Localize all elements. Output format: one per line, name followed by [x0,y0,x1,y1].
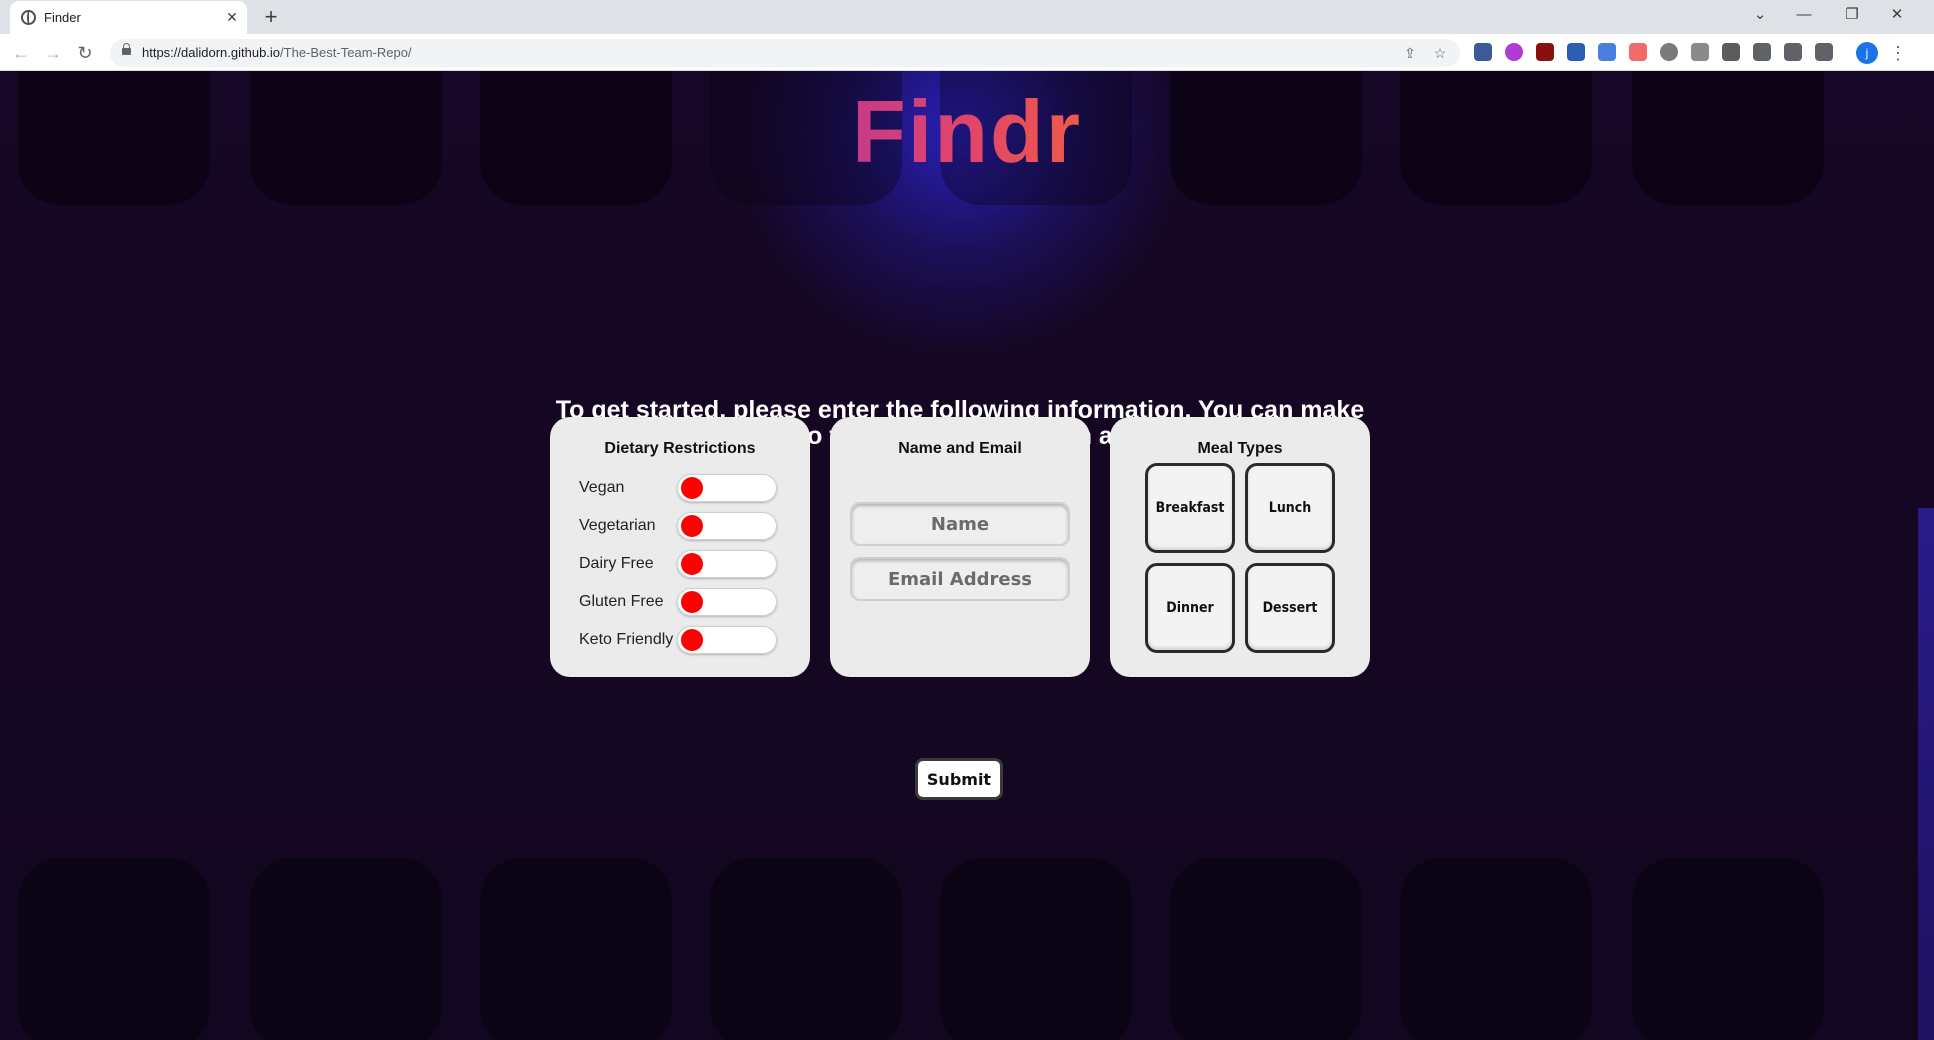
reload-icon[interactable]: ↻ [72,40,98,66]
extension-red-arrow-icon[interactable] [1629,43,1647,61]
dietary-card-title: Dietary Restrictions [604,440,756,457]
toggle-knob [681,515,703,537]
diet-label: Vegan [579,479,625,496]
toggle-knob [681,629,703,651]
browser-tab-bar: Finder ✕ + ⌄ — ❐ ✕ [0,0,1934,34]
dietary-restrictions-card: Dietary Restrictions Vegan Vegetarian Da… [550,417,810,677]
diet-row-vegan: Vegan [579,474,789,502]
submit-button[interactable]: Submit [915,758,1003,800]
menu-kebab-icon[interactable]: ⋮ [1888,40,1908,66]
meal-lunch-button[interactable]: Lunch [1245,463,1335,553]
browser-toolbar: ← → ↻ https://dalidorn.github.io/The-Bes… [0,34,1934,71]
background-tile [250,858,442,1040]
extension-grid-icon[interactable] [1722,43,1740,61]
background-tile [710,858,902,1040]
scroll-glow [1918,508,1934,1040]
keto-friendly-toggle[interactable] [677,626,777,654]
background-tile [1170,858,1362,1040]
diet-label: Gluten Free [579,593,664,610]
toggle-knob [681,591,703,613]
lock-icon [122,43,131,55]
profile-avatar[interactable]: j [1856,42,1878,64]
google-translate-icon[interactable] [1598,43,1616,61]
diet-label: Keto Friendly [579,631,674,648]
meal-types-card: Meal Types Breakfast Lunch Dinner Desser… [1110,417,1370,677]
background-tile [1400,858,1592,1040]
extension-puzzle-blue-icon[interactable] [1474,43,1492,61]
address-bar[interactable]: https://dalidorn.github.io/The-Best-Team… [110,39,1460,67]
tab-close-icon[interactable]: ✕ [222,7,242,27]
name-input[interactable] [850,502,1070,546]
background-tile [18,858,210,1040]
gluten-free-toggle[interactable] [677,588,777,616]
diet-label: Vegetarian [579,517,656,534]
extensions-puzzle-icon[interactable] [1753,43,1771,61]
diet-label: Dairy Free [579,555,654,572]
tab-search-icon[interactable]: ⌄ [1740,2,1780,28]
globe-icon [21,10,36,25]
meal-types-card-title: Meal Types [1197,440,1283,457]
ublock-shield-icon[interactable] [1536,43,1554,61]
url-text: https://dalidorn.github.io/The-Best-Team… [142,45,412,60]
toggle-knob [681,553,703,575]
meal-dinner-button[interactable]: Dinner [1145,563,1235,653]
forward-arrow-icon[interactable]: → [40,40,66,66]
media-queue-icon[interactable] [1784,43,1802,61]
diet-row-dairy-free: Dairy Free [579,550,789,578]
minimize-button[interactable]: — [1784,2,1824,28]
name-email-card: Name and Email [830,417,1090,677]
meal-breakfast-button[interactable]: Breakfast [1145,463,1235,553]
back-arrow-icon[interactable]: ← [8,40,34,66]
name-email-card-title: Name and Email [898,440,1022,457]
bookmark-star-icon[interactable]: ☆ [1430,43,1450,63]
side-panel-icon[interactable] [1815,43,1833,61]
vegan-toggle[interactable] [677,474,777,502]
vegetarian-toggle[interactable] [677,512,777,540]
page-title: Findr [852,82,1082,181]
diet-row-keto-friendly: Keto Friendly [579,626,789,654]
email-input[interactable] [850,557,1070,601]
browser-tab[interactable]: Finder ✕ [10,1,247,34]
diet-row-gluten-free: Gluten Free [579,588,789,616]
share-icon[interactable]: ⇪ [1400,43,1420,63]
meal-dessert-button[interactable]: Dessert [1245,563,1335,653]
camera-icon[interactable] [1691,43,1709,61]
extension-purple-icon[interactable] [1505,43,1523,61]
close-window-button[interactable]: ✕ [1877,2,1917,28]
dairy-free-toggle[interactable] [677,550,777,578]
background-tile [480,858,672,1040]
diet-row-vegetarian: Vegetarian [579,512,789,540]
restore-button[interactable]: ❐ [1832,2,1872,28]
background-tile [1632,858,1824,1040]
extension-gray-circle-icon[interactable] [1660,43,1678,61]
toggle-knob [681,477,703,499]
extension-translate-icon[interactable] [1567,43,1585,61]
background-tile [940,858,1132,1040]
tab-title: Finder [44,10,81,25]
new-tab-button[interactable]: + [258,4,284,30]
